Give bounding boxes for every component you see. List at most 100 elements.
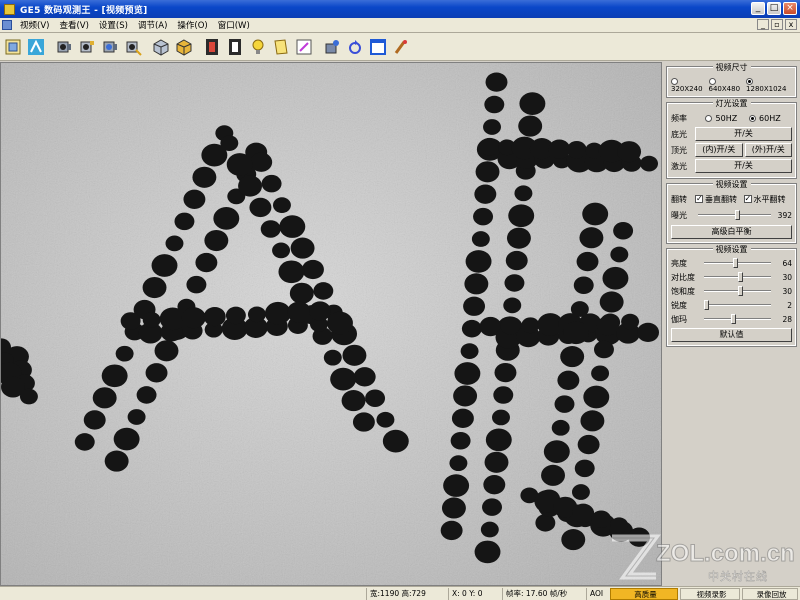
slider-thumb[interactable] [704, 300, 710, 310]
camera-video-icon[interactable] [99, 35, 121, 58]
cube-color-icon[interactable] [173, 35, 195, 58]
high-quality-button[interactable]: 高质量 [610, 588, 678, 600]
hflip-checkbox[interactable]: ✓ 水平翻转 [743, 194, 793, 205]
cube-icon[interactable] [150, 35, 172, 58]
print-dot [183, 189, 206, 209]
print-dot [480, 521, 499, 538]
size-320-option[interactable]: 320X240 [671, 77, 709, 93]
sharpness-value: 2 [787, 300, 792, 310]
top-inner-button[interactable]: (内)开/关 [695, 143, 743, 157]
freq-50-option[interactable]: 50HZ [695, 114, 749, 123]
menu-adjust[interactable]: 调节(A) [133, 19, 172, 31]
camera-settings-icon[interactable] [76, 35, 98, 58]
laser-button[interactable]: 开/关 [695, 159, 792, 173]
slider-thumb[interactable] [731, 314, 737, 324]
print-dot [278, 260, 305, 284]
white-balance-button[interactable]: 高级白平衡 [671, 225, 792, 239]
window-icon[interactable] [367, 35, 389, 58]
video-preview[interactable] [0, 62, 662, 586]
print-dot [272, 242, 291, 259]
size-640-option[interactable]: 640X480 [708, 77, 747, 93]
top-outer-button[interactable]: (外)开/关 [744, 143, 792, 157]
capture-icon[interactable] [2, 35, 24, 58]
menu-bar: 视频(V) 查看(V) 设置(S) 调节(A) 操作(O) 窗口(W) _ ▫ … [0, 18, 800, 33]
contrast-slider[interactable] [704, 271, 771, 283]
bottom-light-label: 底光 [671, 129, 687, 139]
video-settings-group: 视频设置 翻转 ✓ 垂直翻转 ✓ 水平翻转 曝光 392 高级白平衡 [666, 180, 797, 244]
print-dot [327, 311, 353, 335]
close-button[interactable]: × [783, 2, 797, 15]
print-dot [74, 433, 95, 451]
print-dot [560, 346, 585, 368]
vflip-checkbox[interactable]: ✓ 垂直翻转 [695, 194, 744, 205]
sharpness-slider[interactable] [704, 299, 771, 311]
brightness-slider[interactable] [704, 257, 771, 269]
default-button[interactable]: 默认值 [671, 328, 792, 342]
print-dot [247, 306, 266, 323]
print-dot [483, 475, 506, 495]
playback-button[interactable]: 录像回放 [742, 588, 798, 600]
gamma-slider[interactable] [704, 313, 771, 325]
title-bar: GE5 数码观测王 - [视频预览] _ □ × [0, 0, 800, 18]
measure-icon[interactable] [25, 35, 47, 58]
menu-settings[interactable]: 设置(S) [94, 19, 133, 31]
menu-video[interactable]: 视频(V) [15, 19, 54, 31]
menu-operate[interactable]: 操作(O) [172, 19, 212, 31]
slider-thumb[interactable] [737, 286, 743, 296]
print-dot [249, 197, 272, 218]
print-dot [543, 440, 570, 463]
mdi-restore-button[interactable]: ▫ [771, 19, 783, 30]
document-icon[interactable] [2, 20, 12, 30]
print-dot [570, 301, 589, 317]
print-dot [506, 227, 531, 249]
3d-view-icon[interactable] [321, 35, 343, 58]
print-dot [572, 503, 595, 523]
gamma-label: 伽玛 [671, 314, 687, 324]
exposure-slider[interactable] [698, 209, 771, 221]
brush-icon[interactable] [390, 35, 412, 58]
radio-icon [671, 77, 678, 85]
lightbulb-icon[interactable] [247, 35, 269, 58]
freq-60-option[interactable]: 60HZ [748, 114, 793, 123]
print-dot [599, 291, 624, 313]
print-dot [453, 385, 478, 407]
slider-thumb[interactable] [735, 210, 741, 220]
menu-window[interactable]: 窗口(W) [213, 19, 255, 31]
print-dot [596, 316, 619, 336]
edit-icon[interactable] [293, 35, 315, 58]
print-dot [440, 520, 463, 541]
print-dot [465, 250, 492, 273]
video-record-button[interactable]: 视频录影 [680, 588, 740, 600]
bottom-light-button[interactable]: 开/关 [695, 127, 792, 141]
camera-tools-icon[interactable] [122, 35, 144, 58]
print-dot [220, 135, 239, 151]
mdi-minimize-button[interactable]: _ [757, 19, 769, 30]
maximize-button[interactable]: □ [767, 2, 781, 15]
print-dot [203, 306, 226, 327]
saturation-slider[interactable] [704, 285, 771, 297]
film-icon[interactable] [201, 35, 223, 58]
saturation-label: 饱和度 [671, 286, 695, 296]
rotate-icon[interactable] [344, 35, 366, 58]
print-dot [461, 319, 482, 338]
menu-view[interactable]: 查看(V) [54, 19, 93, 31]
slider-thumb[interactable] [733, 258, 739, 268]
camera-icon[interactable] [53, 35, 75, 58]
print-dot [485, 72, 508, 92]
status-aoi[interactable]: AOI [586, 588, 608, 600]
size-1280-option[interactable]: 1280X1024 [746, 77, 792, 93]
mdi-close-button[interactable]: x [785, 19, 797, 30]
slider-thumb[interactable] [737, 272, 743, 282]
print-dot [518, 115, 543, 137]
video-size-title: 视频尺寸 [712, 63, 751, 72]
print-dot [101, 364, 128, 388]
note-icon[interactable] [270, 35, 292, 58]
print-dot [484, 95, 505, 114]
status-coords: X: 0 Y: 0 [448, 588, 500, 600]
film-save-icon[interactable] [224, 35, 246, 58]
flip-label: 翻转 [671, 194, 687, 204]
print-dot [583, 385, 610, 409]
minimize-button[interactable]: _ [751, 2, 765, 15]
freq-label: 频率 [671, 113, 687, 123]
print-dot [535, 514, 556, 532]
